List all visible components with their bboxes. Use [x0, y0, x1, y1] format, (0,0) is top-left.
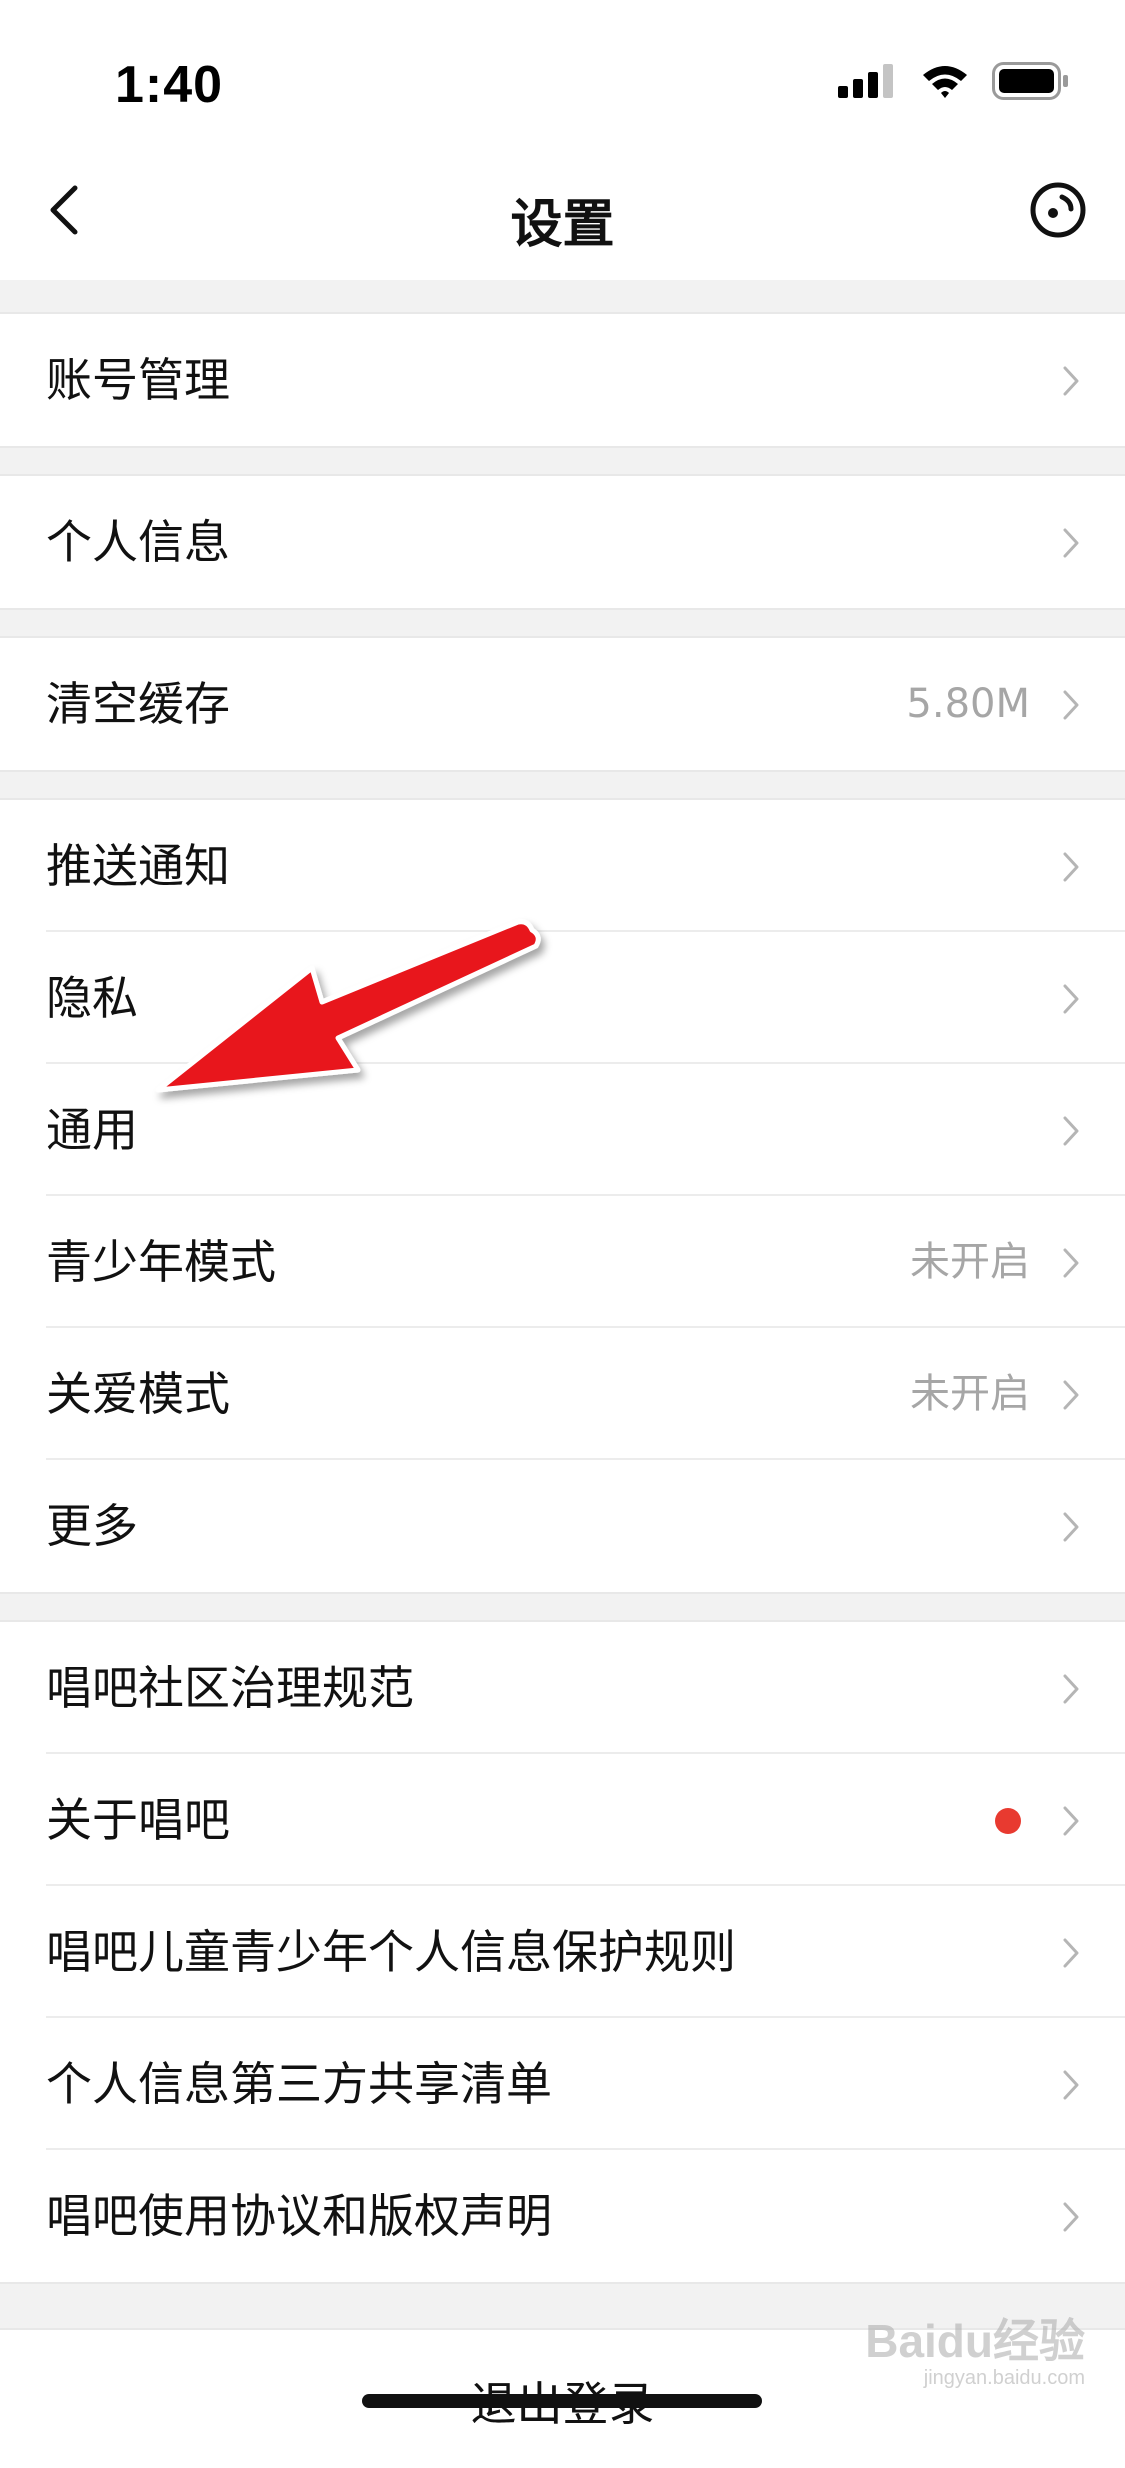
- battery-icon: [992, 62, 1070, 104]
- settings-row-third-party-sharing[interactable]: 个人信息第三方共享清单: [0, 2018, 1125, 2150]
- settings-row-community-rules[interactable]: 唱吧社区治理规范: [0, 1622, 1125, 1754]
- status-time: 1:40: [115, 56, 224, 114]
- settings-group-account: 账号管理: [0, 312, 1125, 448]
- settings-group-general: 推送通知 隐私 通用 青少年模式 未开启 关爱模式 未开启 更多: [0, 798, 1125, 1594]
- chevron-right-icon: [1063, 366, 1079, 396]
- chevron-right-icon: [1063, 1248, 1079, 1278]
- chevron-right-icon: [1063, 1938, 1079, 1968]
- row-label: 推送通知: [46, 839, 230, 893]
- watermark-subtext: jingyan.baidu.com: [923, 2367, 1085, 2389]
- settings-row-care-mode[interactable]: 关爱模式 未开启: [0, 1328, 1125, 1460]
- teen-mode-status: 未开启: [910, 1239, 1030, 1285]
- settings-row-clear-cache[interactable]: 清空缓存 5.80M: [0, 638, 1125, 770]
- circle-dot-icon: [1030, 182, 1086, 238]
- row-label: 更多: [46, 1499, 138, 1553]
- row-label: 通用: [46, 1103, 138, 1157]
- nav-bar: 设置: [0, 140, 1125, 280]
- chevron-right-icon: [1063, 2202, 1079, 2232]
- chevron-right-icon: [1063, 1116, 1079, 1146]
- row-label: 隐私: [46, 971, 138, 1025]
- chevron-right-icon: [1063, 1512, 1079, 1542]
- settings-row-push-notifications[interactable]: 推送通知: [0, 800, 1125, 932]
- watermark-text: Baidu经验: [865, 2315, 1085, 2367]
- home-indicator[interactable]: [362, 2394, 762, 2408]
- row-label: 个人信息: [46, 515, 230, 569]
- chevron-right-icon: [1063, 984, 1079, 1014]
- settings-group-profile: 个人信息: [0, 474, 1125, 610]
- chevron-right-icon: [1063, 1806, 1079, 1836]
- row-label: 清空缓存: [46, 677, 230, 731]
- chevron-right-icon: [1063, 2070, 1079, 2100]
- settings-row-child-privacy[interactable]: 唱吧儿童青少年个人信息保护规则: [0, 1886, 1125, 2018]
- notification-dot: [995, 1808, 1021, 1834]
- row-label: 唱吧社区治理规范: [46, 1661, 414, 1715]
- status-icons: [838, 62, 1070, 104]
- row-label: 唱吧儿童青少年个人信息保护规则: [46, 1925, 736, 1979]
- page-title: 设置: [510, 195, 615, 255]
- chevron-right-icon: [1063, 1674, 1079, 1704]
- cache-size-value: 5.80M: [906, 681, 1030, 727]
- row-label: 关爱模式: [46, 1367, 230, 1421]
- settings-row-privacy[interactable]: 隐私: [0, 932, 1125, 1064]
- settings-row-more[interactable]: 更多: [0, 1460, 1125, 1592]
- chevron-right-icon: [1063, 852, 1079, 882]
- settings-row-about[interactable]: 关于唱吧: [0, 1754, 1125, 1886]
- baidu-watermark: Baidu经验 jingyan.baidu.com: [865, 2318, 1085, 2388]
- settings-row-terms[interactable]: 唱吧使用协议和版权声明: [0, 2150, 1125, 2282]
- settings-group-cache: 清空缓存 5.80M: [0, 636, 1125, 772]
- row-label: 关于唱吧: [46, 1793, 230, 1847]
- settings-row-account[interactable]: 账号管理: [0, 314, 1125, 446]
- chevron-right-icon: [1063, 528, 1079, 558]
- settings-row-teen-mode[interactable]: 青少年模式 未开启: [0, 1196, 1125, 1328]
- row-label: 个人信息第三方共享清单: [46, 2057, 552, 2111]
- care-mode-status: 未开启: [910, 1371, 1030, 1417]
- customer-service-button[interactable]: [1026, 178, 1090, 242]
- status-bar: 1:40: [0, 0, 1125, 140]
- settings-row-personal-info[interactable]: 个人信息: [0, 476, 1125, 608]
- settings-group-about: 唱吧社区治理规范 关于唱吧 唱吧儿童青少年个人信息保护规则 个人信息第三方共享清…: [0, 1620, 1125, 2284]
- chevron-right-icon: [1063, 1380, 1079, 1410]
- signal-icon: [838, 64, 898, 102]
- chevron-right-icon: [1063, 690, 1079, 720]
- settings-row-general[interactable]: 通用: [0, 1064, 1125, 1196]
- row-label: 账号管理: [46, 353, 230, 407]
- wifi-icon: [920, 63, 970, 103]
- row-label: 唱吧使用协议和版权声明: [46, 2189, 552, 2243]
- row-label: 青少年模式: [46, 1235, 276, 1289]
